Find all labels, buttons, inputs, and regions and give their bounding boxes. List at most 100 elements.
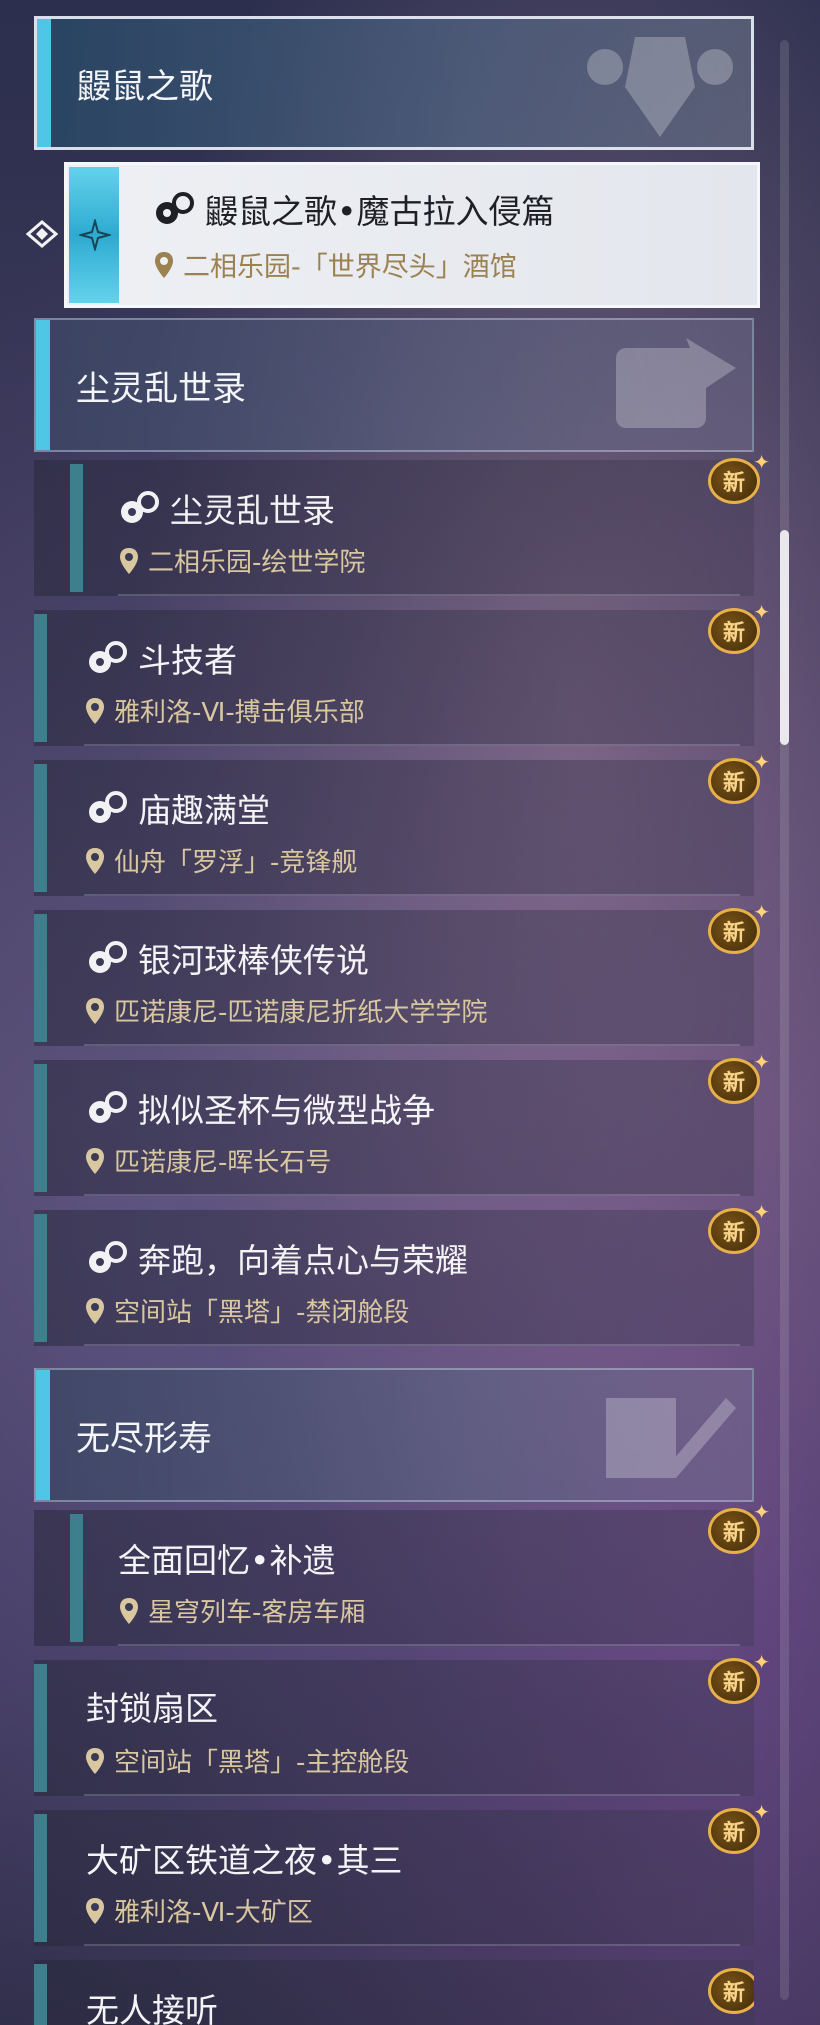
event-location-row: 二相乐园-「世界尽头」酒馆 [153, 245, 517, 284]
sparkle-icon: ✦ [753, 450, 770, 474]
divider [118, 594, 740, 596]
event-type-icon [121, 491, 159, 523]
divider [84, 1944, 740, 1946]
scrollbar-thumb[interactable] [780, 530, 789, 745]
event-item[interactable]: 庙趣满堂 仙舟「罗浮」-竞锋舰 新 ✦ [34, 752, 770, 896]
new-badge: 新✦ [708, 452, 770, 508]
sparkle-icon: ✦ [753, 1650, 770, 1674]
item-accent-bar [70, 464, 83, 592]
event-thumbnail [69, 167, 119, 303]
event-title: 封锁扇区 [86, 1689, 218, 1728]
event-location: 空间站「黑塔」-禁闭舱段 [114, 1298, 410, 1328]
event-location: 匹诺康尼-匹诺康尼折纸大学学院 [114, 998, 488, 1028]
event-title-row: 封锁扇区 [86, 1682, 218, 1730]
event-location: 星穹列车-客房车厢 [148, 1598, 366, 1628]
event-type-icon [156, 192, 194, 224]
divider [84, 744, 740, 746]
event-location-row: 空间站「黑塔」-禁闭舱段 [84, 1292, 409, 1329]
event-title: 全面回忆•补遗 [118, 1541, 336, 1580]
selected-event-item[interactable]: 鼹鼠之歌•魔古拉入侵篇 二相乐园-「世界尽头」酒馆 [64, 162, 760, 308]
sparkle-icon [79, 219, 111, 251]
event-type-icon [89, 1241, 127, 1273]
location-pin-icon [86, 1147, 104, 1174]
event-list-screen: 鼹鼠之歌 鼹鼠之歌•魔古拉入侵篇 二相乐园-「世界尽头」酒馆 尘灵乱世录 尘灵乱… [0, 0, 820, 2025]
new-badge: 新✦ [708, 1052, 770, 1108]
event-location-row: 星穹列车-客房车厢 [118, 1592, 365, 1629]
category-title: 尘灵乱世录 [76, 368, 246, 409]
divider [84, 1044, 740, 1046]
item-accent-bar [34, 1664, 47, 1792]
location-pin-icon [120, 547, 138, 574]
event-location: 匹诺康尼-晖长石号 [114, 1148, 332, 1178]
location-pin-icon [86, 847, 104, 874]
event-title: 尘灵乱世录 [170, 491, 335, 530]
selection-arrow-icon [25, 220, 59, 248]
new-badge: 新✦ [708, 1502, 770, 1558]
event-type-icon [89, 941, 127, 973]
event-title: 斗技者 [138, 641, 237, 680]
event-title: 大矿区铁道之夜•其三 [86, 1841, 403, 1880]
event-item[interactable]: 斗技者 雅利洛-Ⅵ-搏击俱乐部 新 ✦ [34, 602, 770, 746]
category-title: 鼹鼠之歌 [77, 66, 213, 107]
new-badge: 新✦ [708, 1652, 770, 1708]
event-title-row: 拟似圣杯与微型战争 [86, 1084, 435, 1132]
location-pin-icon [86, 1747, 104, 1774]
item-accent-bar [34, 1214, 47, 1342]
divider [84, 1344, 740, 1346]
event-title-row: 全面回忆•补遗 [118, 1534, 335, 1582]
event-item[interactable]: 奔跑，向着点心与荣耀 空间站「黑塔」-禁闭舱段 新 ✦ [34, 1202, 770, 1346]
event-location: 二相乐园-绘世学院 [148, 548, 366, 578]
divider [84, 1194, 740, 1196]
event-location: 雅利洛-Ⅵ-搏击俱乐部 [114, 698, 365, 728]
location-pin-icon [120, 1597, 138, 1624]
event-location-row: 匹诺康尼-匹诺康尼折纸大学学院 [84, 992, 487, 1029]
event-location-row: 二相乐园-绘世学院 [118, 542, 365, 579]
event-item[interactable]: 全面回忆•补遗 星穹列车-客房车厢 新 ✦ [34, 1502, 770, 1646]
item-accent-bar [34, 764, 47, 892]
category-emblem-icon [587, 37, 733, 137]
sparkle-icon: ✦ [753, 1800, 770, 1824]
location-pin-icon [86, 697, 104, 724]
item-accent-bar [34, 914, 47, 1042]
item-accent-bar [34, 1064, 47, 1192]
category-accent-bar [37, 19, 51, 147]
category-header-endless-life[interactable]: 无尽形寿 [34, 1368, 754, 1502]
event-title-row: 银河球棒侠传说 [86, 934, 369, 982]
category-accent-bar [36, 320, 50, 450]
event-location-row: 雅利洛-Ⅵ-搏击俱乐部 [84, 692, 365, 729]
category-emblem-icon [606, 1398, 736, 1478]
event-title: 拟似圣杯与微型战争 [138, 1091, 435, 1130]
event-item[interactable]: 拟似圣杯与微型战争 匹诺康尼-晖长石号 新 ✦ [34, 1052, 770, 1196]
item-accent-bar [34, 1964, 47, 2025]
category-title: 无尽形寿 [76, 1418, 212, 1459]
category-header-dust-realm[interactable]: 尘灵乱世录 [34, 318, 754, 452]
event-type-icon [89, 791, 127, 823]
item-accent-bar [70, 1514, 83, 1642]
scrollbar-track[interactable] [780, 40, 789, 2000]
category-emblem-icon [616, 338, 736, 428]
sparkle-icon: ✦ [753, 1962, 754, 1982]
category-header-mole-song[interactable]: 鼹鼠之歌 [34, 16, 754, 150]
category-accent-bar [36, 1370, 50, 1500]
event-item[interactable]: 银河球棒侠传说 匹诺康尼-匹诺康尼折纸大学学院 新 ✦ [34, 902, 770, 1046]
event-item[interactable]: 尘灵乱世录 二相乐园-绘世学院 新 ✦ [34, 452, 770, 596]
event-title-row: 大矿区铁道之夜•其三 [86, 1834, 402, 1882]
event-location-row: 空间站「黑塔」-主控舱段 [84, 1742, 409, 1779]
event-item[interactable]: 封锁扇区 空间站「黑塔」-主控舱段 新 ✦ [34, 1652, 770, 1796]
event-item[interactable]: 无人接听 新✦ [34, 1960, 754, 2025]
event-title: 庙趣满堂 [138, 791, 270, 830]
event-title: 奔跑，向着点心与荣耀 [138, 1241, 468, 1280]
event-item[interactable]: 大矿区铁道之夜•其三 雅利洛-Ⅵ-大矿区 新 ✦ [34, 1802, 770, 1946]
divider [118, 1644, 740, 1646]
location-pin-icon [155, 251, 173, 278]
new-badge: 新✦ [708, 902, 770, 958]
new-badge: 新✦ [708, 1802, 770, 1858]
sparkle-icon: ✦ [753, 600, 770, 624]
item-accent-bar [34, 1814, 47, 1942]
event-location: 雅利洛-Ⅵ-大矿区 [114, 1898, 313, 1928]
event-title-row: 斗技者 [86, 634, 237, 682]
new-badge: 新✦ [708, 602, 770, 658]
new-badge: 新✦ [708, 1202, 770, 1258]
sparkle-icon: ✦ [753, 750, 770, 774]
location-pin-icon [86, 1897, 104, 1924]
